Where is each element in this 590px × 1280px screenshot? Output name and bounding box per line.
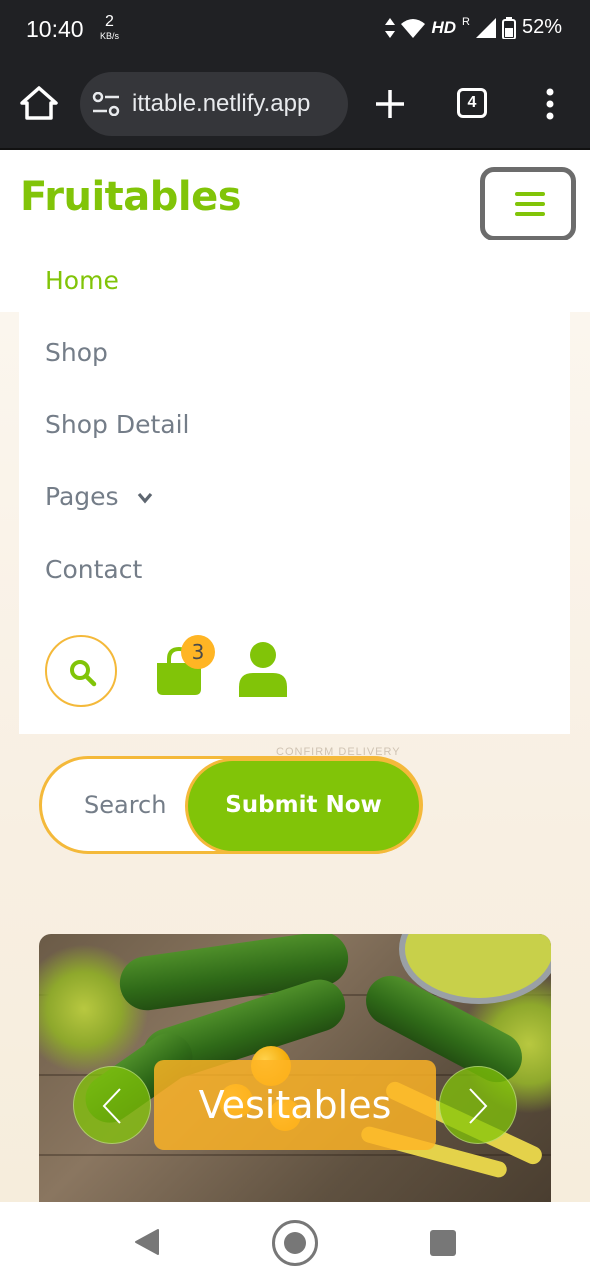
carousel-caption: Vesitables [154,1060,436,1150]
data-arrows-icon [385,17,396,38]
home-button[interactable] [272,1220,318,1266]
nav-item-shop[interactable]: Shop [45,338,108,367]
recent-apps-icon[interactable] [430,1230,456,1256]
chevron-down-icon [137,492,152,504]
system-nav-bar [0,1202,590,1280]
hero-search-form: Search Submit Now [39,756,423,854]
category-carousel: Vesitables [39,934,551,1202]
nav-item-home[interactable]: Home [45,266,119,295]
chevron-left-icon [102,1088,121,1124]
nav-icon-row: 3 [45,635,345,709]
search-button[interactable] [45,635,117,707]
battery-icon [501,16,516,39]
roaming-indicator: R [462,16,470,28]
home-icon[interactable] [18,82,60,124]
tune-icon[interactable] [92,92,120,116]
submit-button[interactable]: Submit Now [185,758,422,854]
cart-count-badge: 3 [181,635,215,669]
nav-item-shop-detail[interactable]: Shop Detail [45,410,189,439]
address-bar[interactable]: ittable.netlify.app [80,72,348,136]
browser-toolbar: ittable.netlify.app 4 [0,60,590,150]
battery-level: 52% [521,16,562,38]
network-speed: 2 KB/s [100,13,120,43]
carousel-prev-button[interactable] [73,1066,151,1144]
network-speed-unit: KB/s [100,31,120,41]
signal-icon [475,17,496,38]
plus-icon[interactable] [370,84,410,124]
status-bar: 10:40 2 KB/s HD R 52% [0,0,590,60]
wifi-icon [401,18,426,38]
status-icons: HD R 52% [385,16,562,39]
search-input[interactable]: Search [84,791,166,819]
nav-item-pages[interactable]: Pages [45,482,153,511]
search-icon [70,660,97,687]
site-logo[interactable]: Fruitables [20,174,242,220]
status-time: 10:40 [26,16,84,42]
url-text[interactable]: ittable.netlify.app [132,90,338,118]
navbar-toggle-button[interactable] [480,167,576,241]
more-vert-icon[interactable] [540,88,560,120]
carousel-next-button[interactable] [439,1066,517,1144]
network-type: HD [431,17,457,37]
nav-item-contact[interactable]: Contact [45,555,142,584]
chevron-right-icon [469,1088,488,1124]
network-speed-value: 2 [105,13,114,30]
back-icon[interactable] [134,1228,160,1256]
tab-switcher-button[interactable]: 4 [457,88,487,118]
nav-item-pages-label: Pages [45,482,119,511]
nav-menu: Home Shop Shop Detail Pages Contact 3 [19,240,570,734]
user-icon[interactable] [239,641,287,697]
